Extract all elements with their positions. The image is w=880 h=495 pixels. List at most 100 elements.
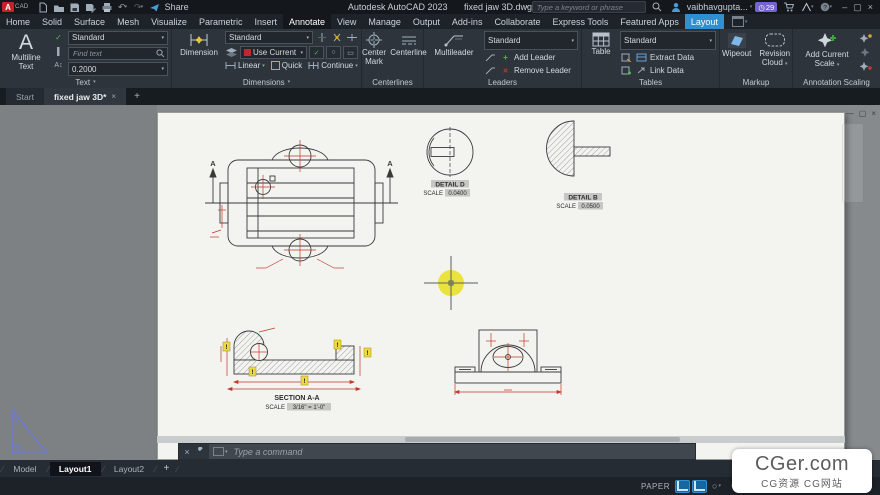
tab-view[interactable]: View: [331, 14, 362, 29]
share-icon[interactable]: [148, 1, 162, 13]
file-tab-close-icon[interactable]: ×: [111, 92, 116, 101]
text-style-dropdown[interactable]: Standard▾: [68, 31, 168, 45]
autodesk-apps-icon[interactable]: ▾: [800, 1, 814, 13]
command-close-icon[interactable]: ×: [184, 447, 189, 457]
dynamic-input-icon[interactable]: [692, 480, 707, 493]
help-icon[interactable]: ?▾: [819, 1, 833, 13]
tab-featured-apps[interactable]: Featured Apps: [614, 14, 685, 29]
undo-icon[interactable]: ↶▾: [116, 1, 130, 13]
sync-scale-positions-icon[interactable]: [859, 60, 872, 71]
search-input[interactable]: [535, 2, 643, 13]
remove-leader-button[interactable]: Remove Leader: [514, 66, 571, 75]
user-menu-caret-icon[interactable]: ▾: [750, 4, 753, 10]
open-file-icon[interactable]: [52, 1, 66, 13]
paper-space-label[interactable]: PAPER: [641, 482, 670, 491]
centerline-button[interactable]: Centerline: [392, 31, 425, 76]
tab-collaborate[interactable]: Collaborate: [488, 14, 546, 29]
layout2-tab[interactable]: Layout2: [105, 462, 153, 476]
find-magnifier-icon[interactable]: [156, 49, 165, 58]
new-layout-button[interactable]: +: [158, 463, 176, 474]
tab-home[interactable]: Home: [0, 14, 36, 29]
autoscale-icon[interactable]: [859, 46, 872, 57]
revision-cloud-button[interactable]: Revision Cloud ▾: [757, 31, 792, 76]
quick-dim-button[interactable]: Quick: [271, 61, 302, 70]
linear-dim-button[interactable]: Linear▾: [225, 61, 265, 70]
dim-style-dropdown[interactable]: Standard▾: [225, 31, 313, 44]
tab-output[interactable]: Output: [407, 14, 446, 29]
navigation-bar[interactable]: [842, 123, 864, 203]
search-icon[interactable]: [650, 1, 664, 13]
tab-manage[interactable]: Manage: [362, 14, 407, 29]
tab-mesh[interactable]: Mesh: [111, 14, 145, 29]
horizontal-scrollbar[interactable]: [157, 436, 845, 443]
dim-space-icon[interactable]: ▭: [343, 46, 358, 59]
mleader-style-dropdown[interactable]: Standard▾: [484, 31, 578, 50]
ortho-mode-icon[interactable]: ○▾: [709, 480, 724, 493]
viewport-restore-button[interactable]: ▢: [859, 109, 867, 118]
tab-parametric[interactable]: Parametric: [193, 14, 249, 29]
close-button[interactable]: ×: [868, 2, 873, 13]
share-label[interactable]: Share: [165, 2, 189, 12]
recent-commands-button[interactable]: ▾: [213, 447, 228, 456]
tab-insert[interactable]: Insert: [248, 14, 283, 29]
panel-label-tables[interactable]: Tables: [582, 76, 719, 88]
plot-icon[interactable]: [100, 1, 114, 13]
tab-annotate[interactable]: Annotate: [283, 14, 331, 29]
restore-button[interactable]: ▢: [853, 2, 862, 13]
dim-adjust-icon[interactable]: [330, 32, 343, 43]
text-height-dropdown[interactable]: 0.2000▾: [68, 62, 168, 76]
multiline-text-button[interactable]: A Multiline Text: [3, 31, 49, 76]
table-button[interactable]: Table: [585, 31, 617, 76]
new-drawing-tab-button[interactable]: +: [126, 88, 148, 105]
continue-dim-button[interactable]: Continue▾: [308, 61, 358, 70]
user-avatar-icon[interactable]: [669, 1, 683, 13]
search-collapse-icon[interactable]: ▸: [526, 4, 529, 10]
save-as-icon[interactable]: [84, 1, 98, 13]
annotation-visibility-icon[interactable]: [859, 32, 872, 43]
table-style-dropdown[interactable]: Standard▾: [620, 31, 716, 50]
command-input[interactable]: [232, 446, 695, 458]
panel-label-dimensions[interactable]: Dimensions▾: [172, 76, 361, 88]
signed-in-user[interactable]: vaibhavgupta...: [687, 2, 748, 12]
dimension-button[interactable]: Dimension: [175, 31, 223, 76]
add-current-scale-button[interactable]: Add Current Scale ▾: [801, 31, 853, 76]
multileader-button[interactable]: Multileader: [427, 31, 481, 76]
find-text-input[interactable]: [71, 48, 156, 59]
dim-update-icon[interactable]: [345, 32, 358, 43]
dim-break-icon[interactable]: [315, 32, 328, 43]
model-paper-toggle-icon[interactable]: [675, 480, 690, 493]
minimize-button[interactable]: –: [842, 2, 847, 13]
center-mark-button[interactable]: Center Mark: [360, 31, 388, 76]
spell-check-icon[interactable]: ✓: [52, 32, 65, 43]
viewport-close-button[interactable]: ×: [871, 109, 876, 118]
panel-label-annotation-scaling[interactable]: Annotation Scaling: [793, 76, 880, 88]
viewport-minimize-button[interactable]: —: [846, 109, 854, 118]
tab-express-tools[interactable]: Express Tools: [546, 14, 614, 29]
model-tab[interactable]: Model: [4, 462, 45, 476]
panel-label-leaders[interactable]: Leaders: [424, 76, 581, 88]
cart-icon[interactable]: [781, 1, 795, 13]
dim-check-icon[interactable]: ✓: [309, 46, 324, 59]
new-file-icon[interactable]: [36, 1, 50, 13]
drawing-canvas[interactable]: A A DETAIL D SCALE 0.0400: [0, 105, 880, 460]
extract-data-button[interactable]: Extract Data: [650, 53, 694, 62]
horizontal-scrollbar-thumb[interactable]: [405, 437, 680, 442]
trial-days-badge[interactable]: ◷ 29: [755, 2, 777, 12]
file-tab-start[interactable]: Start: [6, 88, 44, 105]
dim-layer-dropdown[interactable]: Use Current▾: [240, 46, 307, 59]
tab-add-ins[interactable]: Add-ins: [446, 14, 489, 29]
link-data-button[interactable]: Link Data: [650, 66, 684, 75]
tab-solid[interactable]: Solid: [36, 14, 68, 29]
ribbon-display-toggle[interactable]: ▾: [732, 14, 748, 29]
layout1-tab[interactable]: Layout1: [50, 462, 101, 476]
command-customize-icon[interactable]: [194, 447, 204, 457]
dim-inspect-icon[interactable]: ○: [326, 46, 341, 59]
autocad-logo[interactable]: A CAD: [2, 2, 29, 12]
tab-surface[interactable]: Surface: [68, 14, 111, 29]
add-leader-button[interactable]: Add Leader: [514, 53, 555, 62]
tab-visualize[interactable]: Visualize: [145, 14, 193, 29]
tab-layout[interactable]: Layout: [685, 14, 724, 29]
panel-label-text[interactable]: Text▾: [0, 76, 171, 88]
file-tab-current[interactable]: fixed jaw 3D* ×: [44, 88, 126, 105]
panel-label-markup[interactable]: Markup: [720, 76, 792, 88]
